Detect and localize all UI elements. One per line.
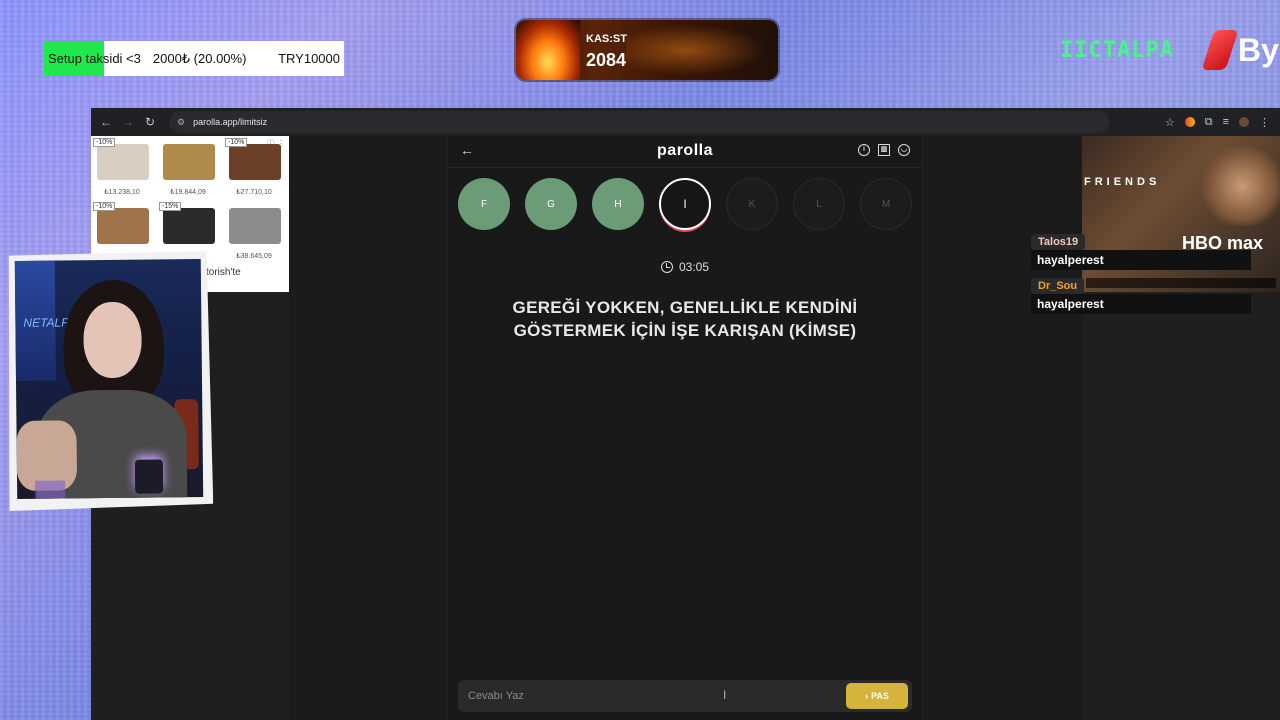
question-line: GÖSTERMEK İÇİN İŞE KARIŞAN (KİMSE) bbox=[513, 321, 857, 340]
browser-toolbar: ← → ↻ ⚙ parolla.app/limitsiz ☆ ⧉ ≡ ⋮ bbox=[91, 108, 1280, 136]
question-text: GEREĞİ YOKKEN, GENELLİKLE KENDİNİ GÖSTER… bbox=[488, 296, 882, 342]
chevron-right-icon: › bbox=[865, 691, 869, 701]
sponsor-logo-text: By bbox=[1238, 31, 1279, 68]
menu-icon[interactable]: ⋮ bbox=[1259, 116, 1270, 129]
site-settings-icon[interactable]: ⚙ bbox=[177, 117, 185, 128]
timer: 03:05 bbox=[448, 260, 922, 274]
clock-icon bbox=[660, 261, 673, 273]
ad-product-image bbox=[163, 208, 215, 244]
timer-value: 03:05 bbox=[678, 260, 710, 274]
ad-product[interactable]: -10% ₺13.238,10 bbox=[91, 138, 153, 196]
media-icon[interactable]: ≡ bbox=[1223, 116, 1229, 128]
pass-button-label: PAS bbox=[871, 691, 889, 701]
sponsor-logo: By bbox=[1201, 30, 1279, 70]
letter-done: H bbox=[592, 178, 644, 230]
chat-message: Dr_Sou hayalperest bbox=[1031, 276, 1251, 314]
star-icon[interactable]: ☆ bbox=[1165, 116, 1175, 129]
fire-icon bbox=[516, 20, 580, 80]
answer-input[interactable] bbox=[458, 680, 838, 712]
letter-current: I bbox=[659, 178, 711, 230]
kill-counter-widget: KAS:ST 2084 bbox=[516, 20, 778, 80]
goal-progress-text: 2000₺ (20.00%) bbox=[152, 50, 247, 66]
ad-product-image bbox=[163, 144, 215, 180]
text-cursor-icon: I bbox=[723, 688, 727, 702]
letter-pending: L bbox=[793, 178, 845, 230]
chat-message: Talos19 hayalperest bbox=[1031, 232, 1251, 270]
answer-bar: I › PAS bbox=[458, 680, 912, 712]
question-line: GEREĞİ YOKKEN, GENELLİKLE KENDİNİ bbox=[512, 298, 858, 317]
ad-product[interactable]: ₺38.645,09 bbox=[223, 202, 285, 260]
ad-product-image bbox=[229, 144, 281, 180]
letter-done: G bbox=[525, 178, 577, 230]
pass-button[interactable]: › PAS bbox=[846, 683, 908, 709]
goal-label: Setup taksidi <3 bbox=[48, 51, 141, 66]
ad-product-price: ₺13.238,10 bbox=[104, 189, 140, 196]
donation-goal-bar: Setup taksidi <3 2000₺ (20.00%) TRY10000 bbox=[44, 41, 344, 76]
browser-window: ← → ↻ ⚙ parolla.app/limitsiz ☆ ⧉ ≡ ⋮ ⓘ ⋮… bbox=[91, 108, 1280, 720]
letter-pending: K bbox=[726, 178, 778, 230]
ad-product[interactable]: ₺19.844,09 bbox=[157, 138, 219, 196]
chat-username: Talos19 bbox=[1031, 234, 1086, 250]
ad-product-discount: -10% bbox=[225, 138, 248, 147]
ad-product-discount: -10% bbox=[93, 202, 116, 211]
ad-product-image bbox=[97, 144, 149, 180]
ad-show-title: FRIENDS bbox=[1084, 176, 1161, 188]
ad-product-image bbox=[97, 208, 149, 244]
game-title: parolla bbox=[657, 142, 713, 159]
browser-toolbar-icons: ☆ ⧉ ≡ ⋮ bbox=[1165, 116, 1280, 129]
webcam-overlay: NETALPA bbox=[5, 251, 214, 511]
puzzle-icon[interactable]: ⧉ bbox=[1205, 116, 1213, 129]
chat-overlay: Talos19 hayalperest Dr_Sou hayalperest bbox=[1031, 232, 1251, 320]
letter-wheel: FGHIKLM bbox=[458, 178, 912, 230]
embers-decoration bbox=[626, 20, 778, 80]
letter-done: F bbox=[458, 178, 510, 230]
chat-text: hayalperest bbox=[1031, 294, 1251, 314]
ad-cast-image bbox=[1202, 146, 1280, 226]
profile-icon[interactable] bbox=[1239, 117, 1249, 127]
game-header: ← parolla i ▥ ◡ bbox=[448, 136, 922, 168]
ad-store-text: torish'te bbox=[206, 267, 241, 278]
kill-counter-label: KAS:ST bbox=[586, 33, 627, 45]
ad-product-image bbox=[229, 208, 281, 244]
ad-product-price: ₺38.645,09 bbox=[236, 253, 272, 260]
user-icon[interactable]: ◡ bbox=[898, 144, 910, 156]
back-arrow-icon[interactable]: ← bbox=[95, 115, 117, 129]
sponsor-logo-icon bbox=[1201, 30, 1239, 70]
chat-username: Dr_Sou bbox=[1031, 278, 1085, 294]
page-content: ⓘ ⋮ -10%₺13.238,10₺19.844,09-10%₺27.710,… bbox=[91, 136, 1280, 720]
chat-text: hayalperest bbox=[1031, 250, 1251, 270]
kill-counter-value: 2084 bbox=[586, 50, 627, 70]
webcam-glow bbox=[35, 480, 65, 499]
webcam-person-face bbox=[83, 302, 142, 379]
extension-icon[interactable] bbox=[1184, 117, 1195, 127]
url-text: parolla.app/limitsiz bbox=[193, 117, 268, 127]
ad-product[interactable]: -15%₺1…65 bbox=[157, 202, 219, 260]
parolla-game-panel: ← parolla i ▥ ◡ FGHIKLM 03:05 GEREĞİ YOK… bbox=[447, 136, 923, 720]
letter-pending: M bbox=[860, 178, 912, 230]
ad-product-discount: -10% bbox=[93, 138, 116, 147]
stats-icon[interactable]: ▥ bbox=[878, 144, 890, 156]
ad-product-price: ₺27.710,10 bbox=[236, 189, 272, 196]
reload-icon[interactable]: ↻ bbox=[139, 115, 161, 129]
info-icon[interactable]: i bbox=[858, 144, 870, 156]
ad-product[interactable]: -10% bbox=[91, 202, 153, 260]
game-header-icons: i ▥ ◡ bbox=[858, 144, 910, 156]
address-bar[interactable]: ⚙ parolla.app/limitsiz bbox=[169, 111, 1109, 133]
webcam-feed: NETALPA bbox=[15, 259, 203, 499]
ad-product[interactable]: -10% ₺27.710,10 bbox=[223, 138, 285, 196]
goal-target: TRY10000 bbox=[278, 51, 340, 66]
ad-product-price: ₺19.844,09 bbox=[170, 189, 206, 196]
forward-arrow-icon[interactable]: → bbox=[117, 115, 139, 129]
webcam-lamp bbox=[135, 459, 163, 493]
streamer-logo: IICTALPA bbox=[1060, 38, 1174, 63]
ad-product-discount: -15% bbox=[159, 202, 182, 211]
